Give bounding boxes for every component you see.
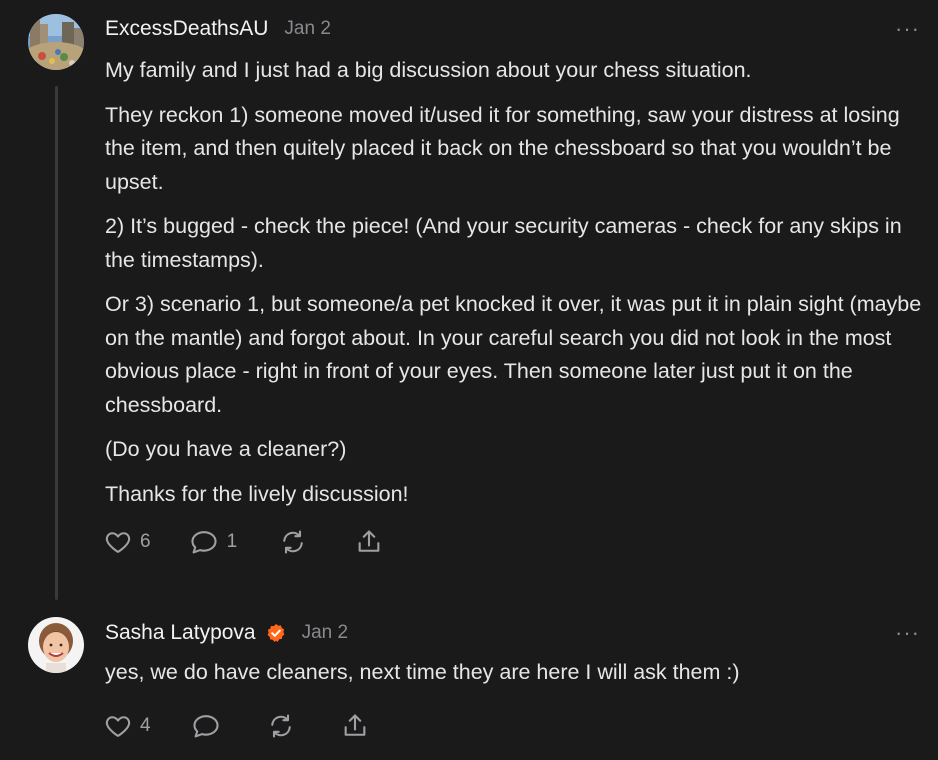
heart-icon <box>105 532 131 553</box>
comment-icon <box>191 531 217 554</box>
comment-date[interactable]: Jan 2 <box>284 18 330 40</box>
comment-actions: 4 <box>104 712 369 740</box>
restack-button[interactable] <box>267 712 295 740</box>
more-icon[interactable]: ··· <box>895 18 920 40</box>
comment-paragraph: yes, we do have cleaners, next time they… <box>105 660 740 684</box>
reply-count: 1 <box>226 531 238 552</box>
comment-body: My family and I just had a big discussio… <box>105 54 925 522</box>
comment-icon <box>193 715 219 738</box>
like-count: 6 <box>140 531 151 552</box>
like-count: 4 <box>140 715 151 736</box>
comment-date[interactable]: Jan 2 <box>302 622 348 644</box>
like-button[interactable]: 6 <box>104 528 151 556</box>
comment-paragraph: Or 3) scenario 1, but someone/a pet knoc… <box>105 292 922 417</box>
comment-paragraph: 2) It’s bugged - check the piece! (And y… <box>105 214 902 272</box>
author-name[interactable]: ExcessDeathsAU <box>105 17 268 41</box>
comment-body: yes, we do have cleaners, next time they… <box>105 656 925 701</box>
share-button[interactable] <box>355 528 383 556</box>
restack-button[interactable] <box>279 528 307 556</box>
share-icon <box>344 714 365 736</box>
restack-icon <box>283 530 303 554</box>
comment-paragraph: They reckon 1) someone moved it/used it … <box>105 102 900 194</box>
comment-paragraph: (Do you have a cleaner?) <box>105 437 347 461</box>
share-button[interactable] <box>341 712 369 740</box>
reply-button[interactable]: 1 <box>189 528 238 556</box>
author-name[interactable]: Sasha Latypova <box>105 621 256 645</box>
thread-line <box>55 86 58 600</box>
like-button[interactable]: 4 <box>104 712 151 740</box>
share-icon <box>358 530 380 552</box>
restack-icon <box>270 714 291 738</box>
comment-paragraph: My family and I just had a big discussio… <box>105 58 752 82</box>
comment-actions: 6 1 <box>104 528 383 556</box>
verified-icon <box>267 624 285 642</box>
reply-button[interactable] <box>191 712 221 740</box>
comment-header: ExcessDeathsAU Jan 2 <box>105 17 331 41</box>
more-icon[interactable]: ··· <box>895 622 920 644</box>
heart-icon <box>105 716 131 737</box>
comment-header: Sasha Latypova Jan 2 <box>105 621 348 645</box>
comment-paragraph: Thanks for the lively discussion! <box>105 481 409 506</box>
avatar[interactable] <box>28 14 84 70</box>
avatar[interactable] <box>28 617 84 673</box>
